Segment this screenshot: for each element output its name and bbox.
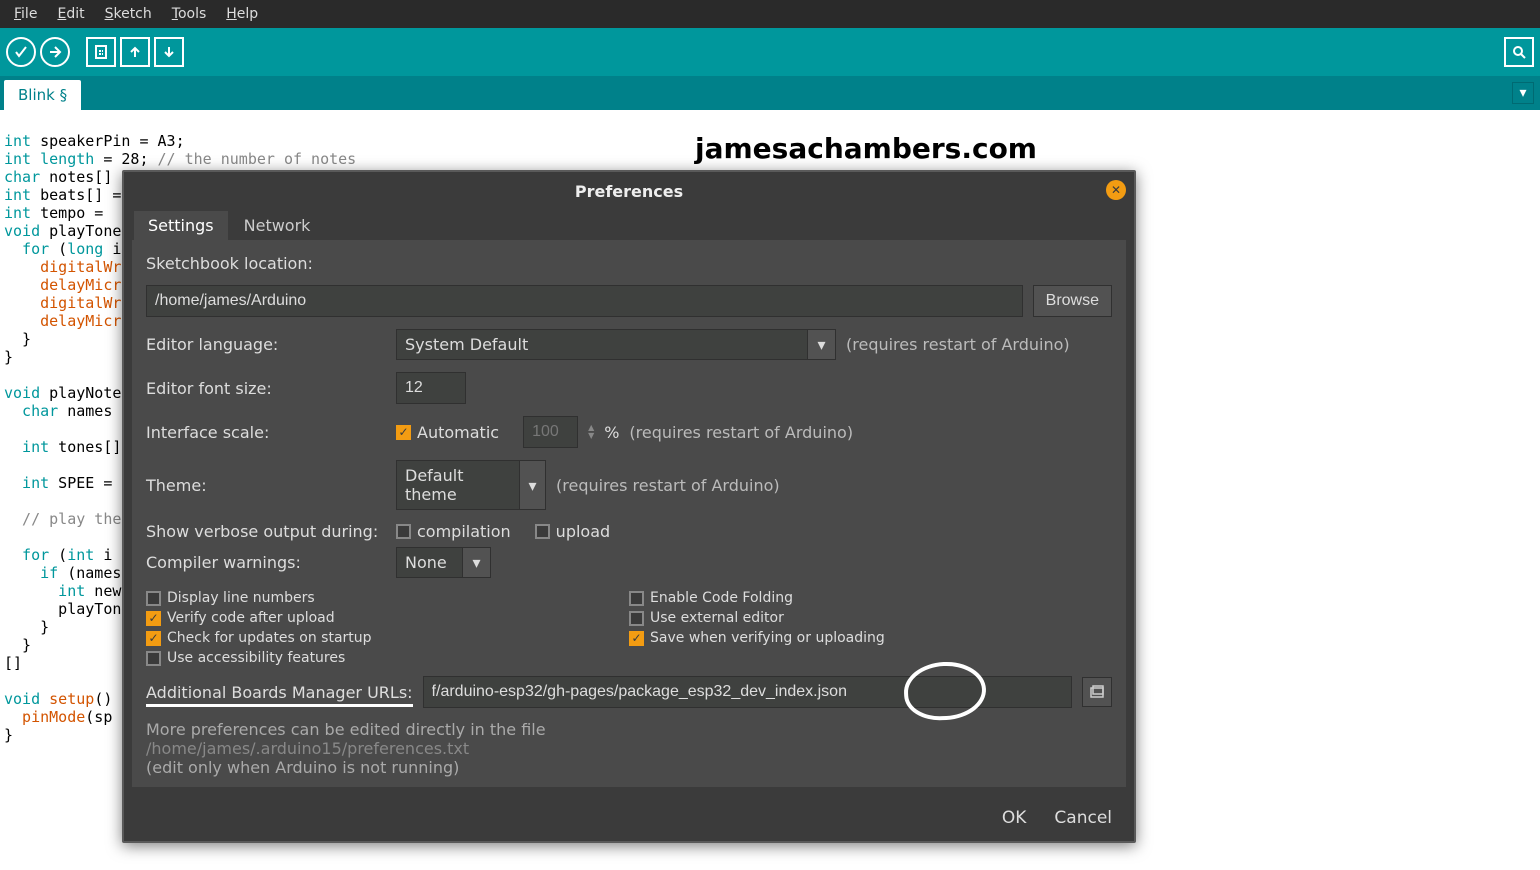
sketchbook-label: Sketchbook location: [146, 254, 386, 273]
checkbox-icon [146, 611, 161, 626]
sketch-tab[interactable]: Blink § [4, 80, 81, 110]
browse-button[interactable]: Browse [1033, 285, 1112, 317]
theme-label: Theme: [146, 476, 386, 495]
verify-button[interactable] [6, 37, 36, 67]
arrow-right-icon [47, 44, 63, 60]
boards-url-input[interactable] [423, 676, 1072, 708]
check-icon [13, 44, 29, 60]
menu-help[interactable]: Help [218, 3, 266, 25]
scale-stepper[interactable]: ▲▼ [588, 424, 594, 440]
updates-checkbox[interactable]: Check for updates on startup [146, 630, 615, 646]
menu-sketch[interactable]: Sketch [97, 3, 160, 25]
toolbar [0, 28, 1540, 76]
checkbox-icon [146, 591, 161, 606]
checkbox-icon [146, 651, 161, 666]
tab-dropdown-button[interactable]: ▾ [1512, 82, 1534, 104]
theme-select[interactable]: Default theme ▾ [396, 460, 546, 510]
chevron-down-icon: ▾ [462, 548, 490, 577]
watermark-text: jamesachambers.com [695, 132, 1037, 165]
menu-bar: FileEditSketchToolsHelp [0, 0, 1540, 28]
new-sketch-button[interactable] [86, 37, 116, 67]
checkbox-icon [146, 631, 161, 646]
checkbox-icon [396, 425, 411, 440]
checkbox-icon [396, 524, 411, 539]
scale-input [523, 416, 578, 448]
checkbox-icon [629, 591, 644, 606]
tab-settings[interactable]: Settings [134, 211, 228, 240]
scale-label: Interface scale: [146, 423, 386, 442]
boards-label: Additional Boards Manager URLs: [146, 683, 413, 702]
close-icon: ✕ [1111, 183, 1121, 197]
restart-note-2: (requires restart of Arduino) [629, 423, 853, 442]
restart-note-3: (requires restart of Arduino) [556, 476, 780, 495]
window-icon [1089, 684, 1105, 700]
edit-note: (edit only when Arduino is not running) [146, 758, 1112, 777]
tab-network[interactable]: Network [230, 211, 325, 240]
chevron-down-icon: ▾ [1519, 85, 1526, 101]
restart-note: (requires restart of Arduino) [846, 335, 1070, 354]
open-sketch-button[interactable] [120, 37, 150, 67]
ok-button[interactable]: OK [992, 803, 1037, 833]
arrow-down-icon [161, 44, 177, 60]
checkbox-icon [629, 611, 644, 626]
verbose-compilation-checkbox[interactable]: compilation [396, 522, 511, 541]
magnifier-icon [1511, 44, 1527, 60]
more-prefs-text: More preferences can be edited directly … [146, 720, 1112, 739]
chevron-down-icon: ▾ [519, 461, 545, 509]
warnings-select[interactable]: None ▾ [396, 547, 491, 578]
checkbox-icon [535, 524, 550, 539]
save-sketch-button[interactable] [154, 37, 184, 67]
verbose-label: Show verbose output during: [146, 522, 386, 541]
dialog-body: Sketchbook location: Browse Editor langu… [132, 240, 1126, 787]
accessibility-checkbox[interactable]: Use accessibility features [146, 650, 615, 666]
prefs-file-path: /home/james/.arduino15/preferences.txt [146, 739, 1112, 758]
file-icon [93, 44, 109, 60]
dialog-close-button[interactable]: ✕ [1106, 180, 1126, 200]
menu-edit[interactable]: Edit [49, 3, 92, 25]
dialog-title: Preferences [575, 182, 683, 201]
scale-automatic-checkbox[interactable]: Automatic [396, 423, 499, 442]
dialog-footer: OK Cancel [124, 795, 1134, 841]
boards-url-expand-button[interactable] [1082, 677, 1112, 707]
code-kw: int [4, 132, 31, 150]
externaleditor-checkbox[interactable]: Use external editor [629, 610, 1098, 626]
verifycode-checkbox[interactable]: Verify code after upload [146, 610, 615, 626]
arrow-up-icon [127, 44, 143, 60]
codefolding-checkbox[interactable]: Enable Code Folding [629, 590, 1098, 606]
menu-file[interactable]: File [6, 3, 45, 25]
menu-tools[interactable]: Tools [164, 3, 215, 25]
sketchbook-input[interactable] [146, 285, 1023, 317]
serial-monitor-button[interactable] [1504, 37, 1534, 67]
fontsize-label: Editor font size: [146, 379, 386, 398]
upload-button[interactable] [40, 37, 70, 67]
preferences-dialog: Preferences ✕ Settings Network Sketchboo… [122, 170, 1136, 843]
dialog-tabs: Settings Network [124, 211, 1134, 240]
checkbox-icon [629, 631, 644, 646]
language-label: Editor language: [146, 335, 386, 354]
chevron-down-icon: ▾ [807, 330, 835, 359]
warnings-label: Compiler warnings: [146, 553, 386, 572]
cancel-button[interactable]: Cancel [1044, 803, 1122, 833]
tab-bar: Blink § ▾ [0, 76, 1540, 110]
saveverify-checkbox[interactable]: Save when verifying or uploading [629, 630, 1098, 646]
verbose-upload-checkbox[interactable]: upload [535, 522, 611, 541]
dialog-title-bar: Preferences ✕ [124, 172, 1134, 211]
language-select[interactable]: System Default ▾ [396, 329, 836, 360]
fontsize-input[interactable] [396, 372, 466, 404]
linenumbers-checkbox[interactable]: Display line numbers [146, 590, 615, 606]
